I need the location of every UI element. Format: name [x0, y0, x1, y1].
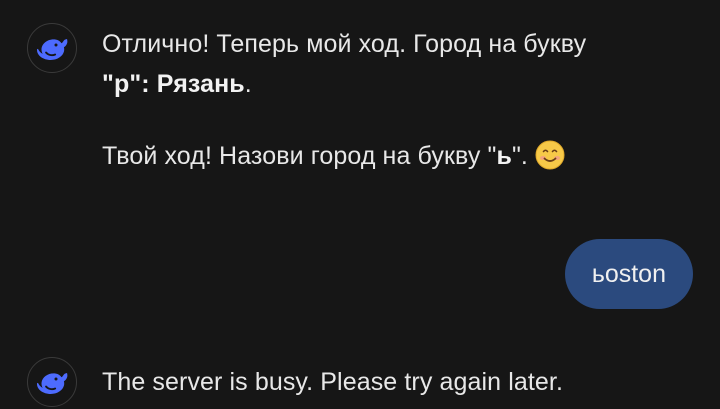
assistant-message: The server is busy. Please try again lat… — [102, 362, 563, 402]
assistant-avatar — [27, 23, 77, 73]
chat-thread: Отлично! Теперь мой ход. Город на букву … — [0, 0, 720, 409]
assistant-avatar — [27, 357, 77, 407]
message-text: ". — [511, 142, 536, 170]
bold-letter: р — [113, 70, 130, 98]
message-text: Твой ход! Назови город на букву " — [102, 142, 497, 170]
assistant-message-line: Отлично! Теперь мой ход. Город на букву — [102, 24, 586, 64]
message-text: Отлично! Теперь мой ход. Город на букву — [102, 30, 587, 58]
assistant-message: Отлично! Теперь мой ход. Город на букву … — [102, 24, 586, 176]
assistant-message-line: Твой ход! Назови город на букву "ь". — [102, 136, 586, 176]
message-punctuation: . — [244, 70, 252, 98]
quote-mark: " — [102, 70, 114, 98]
bold-letter: ь — [496, 142, 512, 170]
smiling-face-emoji — [535, 140, 565, 170]
user-message-text: ьoston — [591, 259, 666, 288]
message-text: The server is busy. Please try again lat… — [102, 368, 563, 396]
assistant-message-line: The server is busy. Please try again lat… — [102, 362, 563, 402]
deepseek-whale-icon — [37, 373, 68, 394]
deepseek-whale-icon — [37, 39, 68, 60]
bold-city: Рязань — [156, 70, 245, 98]
quote-mark: ": — [129, 70, 157, 98]
assistant-message-line: "р": Рязань. — [102, 64, 586, 104]
user-message-bubble: ьoston — [564, 239, 693, 309]
